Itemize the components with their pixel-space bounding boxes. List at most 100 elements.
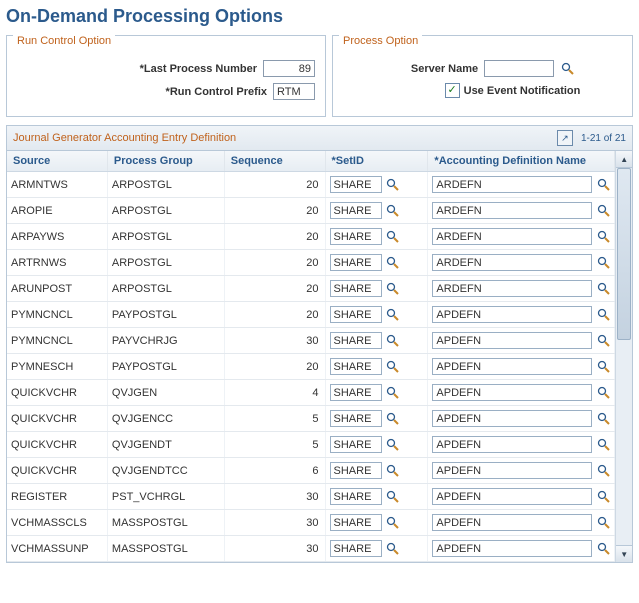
setid-input[interactable] bbox=[330, 384, 382, 401]
setid-lookup-icon[interactable] bbox=[386, 412, 400, 426]
cell-source: PYMNESCH bbox=[7, 354, 107, 380]
table-row: ARMNTWSARPOSTGL20 bbox=[7, 172, 615, 198]
setid-lookup-icon[interactable] bbox=[386, 542, 400, 556]
cell-source: PYMNCNCL bbox=[7, 328, 107, 354]
adn-lookup-icon[interactable] bbox=[596, 334, 610, 348]
adn-input[interactable] bbox=[432, 384, 592, 401]
cell-sequence: 20 bbox=[224, 302, 325, 328]
setid-input[interactable] bbox=[330, 358, 382, 375]
setid-lookup-icon[interactable] bbox=[386, 308, 400, 322]
setid-input[interactable] bbox=[330, 176, 382, 193]
scroll-down-icon[interactable]: ▼ bbox=[616, 545, 632, 562]
adn-lookup-icon[interactable] bbox=[596, 178, 610, 192]
cell-sequence: 20 bbox=[224, 354, 325, 380]
setid-lookup-icon[interactable] bbox=[386, 204, 400, 218]
adn-input[interactable] bbox=[432, 462, 592, 479]
setid-lookup-icon[interactable] bbox=[386, 360, 400, 374]
setid-lookup-icon[interactable] bbox=[386, 256, 400, 270]
setid-input[interactable] bbox=[330, 202, 382, 219]
adn-lookup-icon[interactable] bbox=[596, 542, 610, 556]
col-header-source[interactable]: Source bbox=[7, 151, 107, 172]
use-event-notification-checkbox[interactable]: ✓ bbox=[445, 83, 460, 98]
adn-input[interactable] bbox=[432, 358, 592, 375]
adn-input[interactable] bbox=[432, 280, 592, 297]
setid-lookup-icon[interactable] bbox=[386, 516, 400, 530]
adn-input[interactable] bbox=[432, 176, 592, 193]
col-header-sequence[interactable]: Sequence bbox=[224, 151, 325, 172]
setid-lookup-icon[interactable] bbox=[386, 438, 400, 452]
adn-lookup-icon[interactable] bbox=[596, 282, 610, 296]
adn-lookup-icon[interactable] bbox=[596, 438, 610, 452]
cell-process-group: MASSPOSTGL bbox=[107, 510, 224, 536]
last-process-number-input[interactable] bbox=[263, 60, 315, 77]
grid-scrollbar[interactable]: ▲ ▼ bbox=[615, 151, 632, 562]
col-header-adn[interactable]: *Accounting Definition Name bbox=[428, 151, 615, 172]
adn-lookup-icon[interactable] bbox=[596, 464, 610, 478]
cell-source: VCHMASSCLS bbox=[7, 510, 107, 536]
setid-lookup-icon[interactable] bbox=[386, 464, 400, 478]
setid-lookup-icon[interactable] bbox=[386, 386, 400, 400]
setid-input[interactable] bbox=[330, 514, 382, 531]
run-control-prefix-input[interactable] bbox=[273, 83, 315, 100]
grid-popout-icon[interactable]: ↗ bbox=[557, 130, 573, 146]
adn-input[interactable] bbox=[432, 410, 592, 427]
setid-lookup-icon[interactable] bbox=[386, 490, 400, 504]
table-row: QUICKVCHRQVJGEN4 bbox=[7, 380, 615, 406]
setid-lookup-icon[interactable] bbox=[386, 334, 400, 348]
adn-input[interactable] bbox=[432, 306, 592, 323]
adn-input[interactable] bbox=[432, 254, 592, 271]
cell-sequence: 30 bbox=[224, 510, 325, 536]
adn-input[interactable] bbox=[432, 436, 592, 453]
setid-lookup-icon[interactable] bbox=[386, 178, 400, 192]
cell-process-group: PAYVCHRJG bbox=[107, 328, 224, 354]
adn-lookup-icon[interactable] bbox=[596, 412, 610, 426]
table-row: ARTRNWSARPOSTGL20 bbox=[7, 250, 615, 276]
adn-input[interactable] bbox=[432, 514, 592, 531]
adn-lookup-icon[interactable] bbox=[596, 360, 610, 374]
table-row: ARPAYWSARPOSTGL20 bbox=[7, 224, 615, 250]
setid-input[interactable] bbox=[330, 436, 382, 453]
setid-input[interactable] bbox=[330, 254, 382, 271]
server-name-lookup-icon[interactable] bbox=[560, 62, 574, 76]
cell-source: QUICKVCHR bbox=[7, 406, 107, 432]
adn-lookup-icon[interactable] bbox=[596, 204, 610, 218]
setid-input[interactable] bbox=[330, 306, 382, 323]
scroll-up-icon[interactable]: ▲ bbox=[616, 151, 632, 168]
table-row: QUICKVCHRQVJGENCC5 bbox=[7, 406, 615, 432]
cell-process-group: ARPOSTGL bbox=[107, 224, 224, 250]
adn-input[interactable] bbox=[432, 488, 592, 505]
adn-input[interactable] bbox=[432, 228, 592, 245]
setid-input[interactable] bbox=[330, 228, 382, 245]
adn-lookup-icon[interactable] bbox=[596, 490, 610, 504]
cell-source: AROPIE bbox=[7, 198, 107, 224]
setid-input[interactable] bbox=[330, 540, 382, 557]
col-header-process-group[interactable]: Process Group bbox=[107, 151, 224, 172]
adn-input[interactable] bbox=[432, 202, 592, 219]
setid-input[interactable] bbox=[330, 488, 382, 505]
setid-input[interactable] bbox=[330, 410, 382, 427]
adn-input[interactable] bbox=[432, 332, 592, 349]
col-header-setid[interactable]: *SetID bbox=[325, 151, 428, 172]
adn-lookup-icon[interactable] bbox=[596, 516, 610, 530]
adn-lookup-icon[interactable] bbox=[596, 308, 610, 322]
adn-lookup-icon[interactable] bbox=[596, 230, 610, 244]
setid-input[interactable] bbox=[330, 462, 382, 479]
setid-lookup-icon[interactable] bbox=[386, 230, 400, 244]
table-row: PYMNCNCLPAYPOSTGL20 bbox=[7, 302, 615, 328]
table-row: PYMNCNCLPAYVCHRJG30 bbox=[7, 328, 615, 354]
table-row: AROPIEARPOSTGL20 bbox=[7, 198, 615, 224]
scroll-thumb[interactable] bbox=[617, 168, 631, 340]
adn-lookup-icon[interactable] bbox=[596, 256, 610, 270]
cell-process-group: PAYPOSTGL bbox=[107, 302, 224, 328]
cell-sequence: 5 bbox=[224, 406, 325, 432]
cell-source: ARUNPOST bbox=[7, 276, 107, 302]
setid-input[interactable] bbox=[330, 280, 382, 297]
adn-lookup-icon[interactable] bbox=[596, 386, 610, 400]
setid-input[interactable] bbox=[330, 332, 382, 349]
setid-lookup-icon[interactable] bbox=[386, 282, 400, 296]
server-name-label: Server Name bbox=[411, 63, 478, 75]
adn-input[interactable] bbox=[432, 540, 592, 557]
grid-range-text: 1-21 of 21 bbox=[581, 133, 626, 144]
table-row: QUICKVCHRQVJGENDTCC6 bbox=[7, 458, 615, 484]
server-name-input[interactable] bbox=[484, 60, 554, 77]
